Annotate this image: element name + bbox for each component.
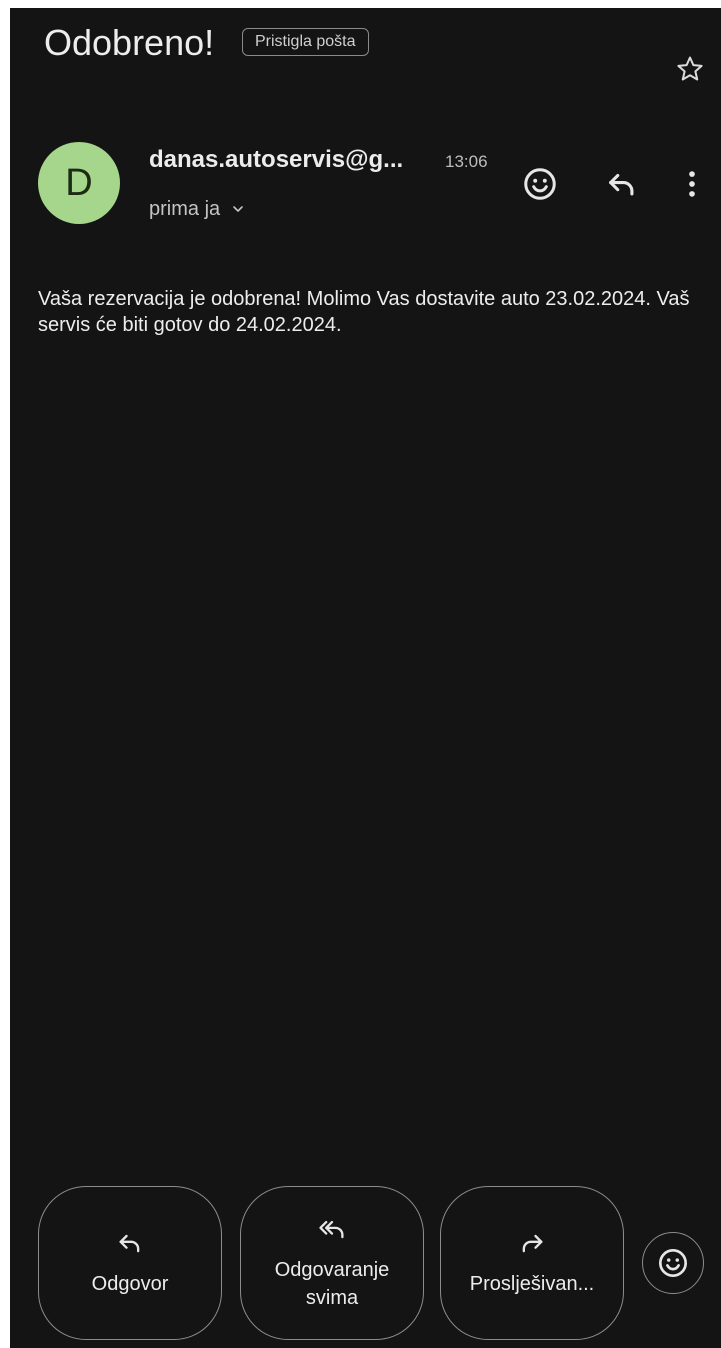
smiley-icon: [659, 1249, 687, 1277]
sender-row: D danas.autoservis@g... 13:06 prima ja: [38, 142, 721, 232]
action-bar: Odgovor Odgovaranje svima Proslješivan..…: [38, 1186, 721, 1346]
emoji-reaction-button[interactable]: [642, 1232, 704, 1294]
received-time: 13:06: [445, 152, 488, 171]
email-screen: Odobreno! Pristigla pošta D danas.autose…: [10, 8, 721, 1348]
more-vert-icon[interactable]: [670, 162, 714, 206]
recipient-details-toggle[interactable]: prima ja: [149, 194, 246, 224]
subject-row: Odobreno! Pristigla pošta: [44, 22, 707, 82]
reply-icon[interactable]: [600, 162, 644, 206]
email-subject: Odobreno!: [44, 22, 215, 63]
inbox-label-chip[interactable]: Pristigla pošta: [242, 28, 369, 56]
forward-button[interactable]: Proslješivan...: [440, 1186, 624, 1340]
chevron-down-icon: [230, 201, 246, 217]
recipient-label: prima ja: [149, 197, 221, 220]
sender-name[interactable]: danas.autoservis@g...: [149, 146, 435, 174]
reply-button[interactable]: Odgovor: [38, 1186, 222, 1340]
reply-all-button[interactable]: Odgovaranje svima: [240, 1186, 424, 1340]
reply-icon: [116, 1228, 144, 1258]
star-icon[interactable]: [673, 52, 707, 86]
reply-all-label: Odgovaranje svima: [274, 1259, 390, 1309]
forward-label: Proslješivan...: [469, 1273, 595, 1295]
forward-icon: [518, 1228, 546, 1258]
reply-all-icon: [317, 1214, 347, 1244]
reply-label: Odgovor: [91, 1273, 169, 1295]
email-body: Vaša rezervacija je odobrena! Molimo Vas…: [38, 288, 690, 336]
avatar[interactable]: D: [38, 142, 120, 224]
smiley-icon[interactable]: [518, 162, 562, 206]
